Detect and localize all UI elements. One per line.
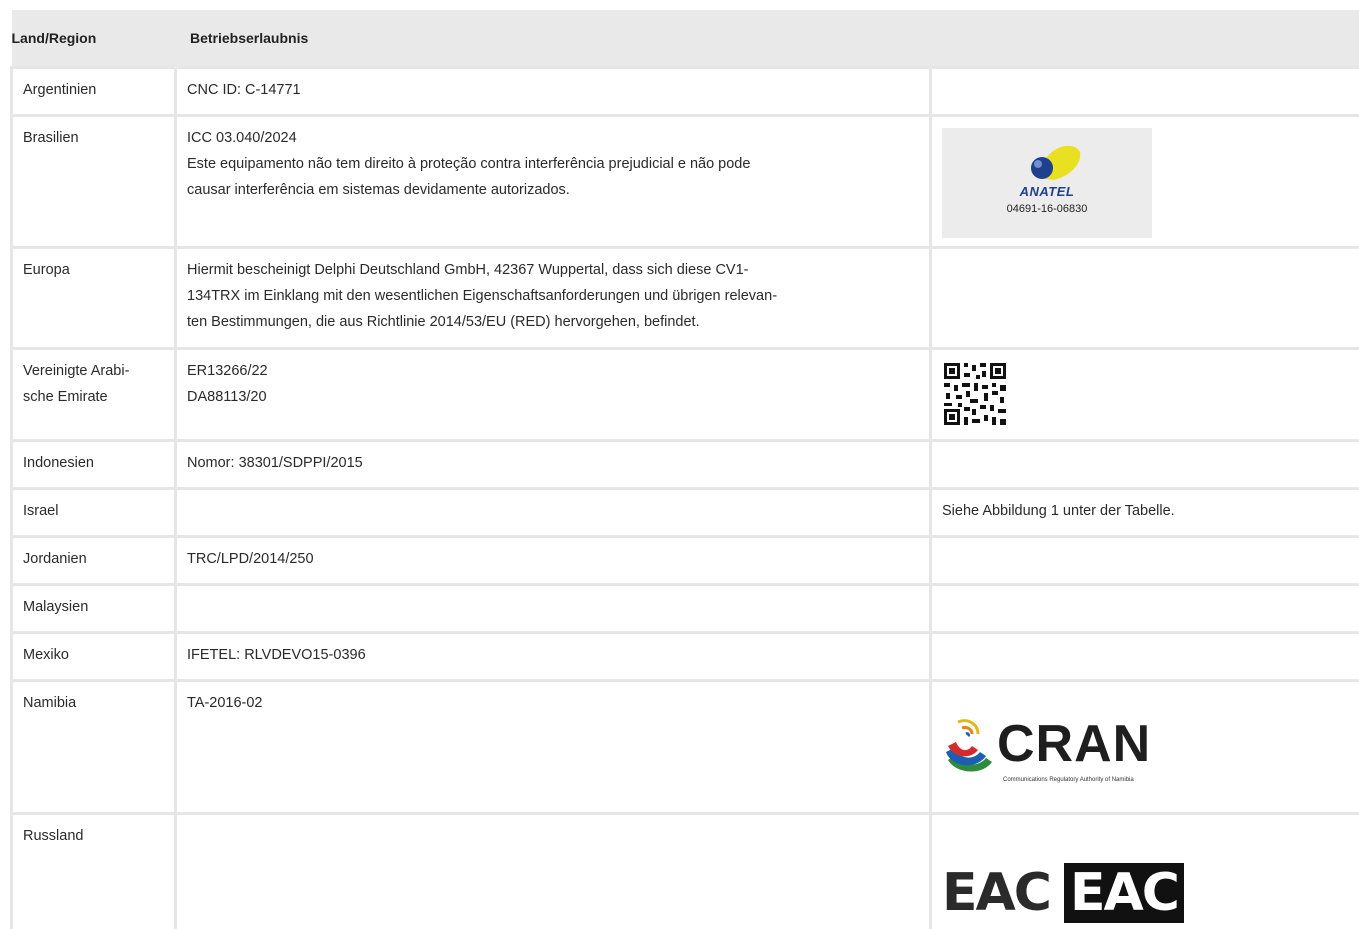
logo-cell — [929, 66, 1359, 117]
table-row: Namibia TA-2016-02 CRAN Communications R… — [10, 679, 1359, 815]
table-row: Russland EAC EAC — [10, 812, 1359, 929]
permit-cell — [174, 487, 932, 538]
country-cell: Brasilien — [10, 114, 177, 249]
country-cell: Russland — [10, 812, 177, 929]
permit-cell — [174, 812, 932, 929]
permit-cell: ER13266/22 DA88113/20 — [174, 347, 932, 442]
note-cell: Siehe Abbildung 1 unter der Tabelle. — [929, 487, 1359, 538]
table-row: Indonesien Nomor: 38301/SDPPI/2015 — [10, 439, 1359, 490]
qr-code-icon — [942, 361, 1008, 427]
table-row: Europa Hiermit bescheinigt Delphi Deutsc… — [10, 246, 1359, 350]
anatel-number: 04691-16-06830 — [1006, 203, 1088, 215]
country-cell: Malaysien — [10, 583, 177, 634]
anatel-logo: ANATEL 04691-16-06830 — [942, 128, 1152, 238]
table-row: Argentinien CNC ID: C-14771 — [10, 66, 1359, 117]
country-cell: Vereinigte Arabi- sche Emirate — [10, 347, 177, 442]
logo-cell — [929, 347, 1359, 442]
logo-cell: CRAN Communications Regulatory Authority… — [929, 679, 1359, 815]
certification-table: Land/Region Betriebserlaubnis Argentinie… — [10, 10, 1359, 929]
header-empty — [930, 10, 1359, 68]
permit-cell: TA-2016-02 — [174, 679, 932, 815]
country-cell: Namibia — [10, 679, 177, 815]
cran-icon — [946, 719, 992, 772]
logo-cell — [929, 439, 1359, 490]
header-betriebserlaubnis: Betriebserlaubnis — [175, 10, 932, 68]
country-cell: Jordanien — [10, 535, 177, 586]
eac-mark: EAC EAC — [942, 863, 1349, 923]
logo-cell — [929, 535, 1359, 586]
logo-cell: EAC EAC — [929, 812, 1359, 929]
header-land-region: Land/Region — [11, 10, 177, 68]
country-cell: Europa — [10, 246, 177, 350]
cran-logo: CRAN Communications Regulatory Authority… — [942, 714, 1349, 804]
permit-cell: CNC ID: C-14771 — [174, 66, 932, 117]
country-cell: Mexiko — [10, 631, 177, 682]
logo-cell — [929, 246, 1359, 350]
eac-text: EAC — [942, 863, 1052, 923]
cran-name: CRAN — [997, 715, 1152, 773]
permit-cell: Nomor: 38301/SDPPI/2015 — [174, 439, 932, 490]
logo-cell — [929, 583, 1359, 634]
anatel-name: ANATEL — [1019, 184, 1075, 199]
permit-cell: TRC/LPD/2014/250 — [174, 535, 932, 586]
table-row: Malaysien — [10, 583, 1359, 634]
table-row: Brasilien ICC 03.040/2024 Este equipamen… — [10, 114, 1359, 249]
country-cell: Indonesien — [10, 439, 177, 490]
permit-cell — [174, 583, 932, 634]
eac-text-inverted: EAC — [1063, 863, 1184, 923]
table-row: Israel Siehe Abbildung 1 unter der Tabel… — [10, 487, 1359, 538]
logo-cell: ANATEL 04691-16-06830 — [929, 114, 1359, 249]
permit-cell: Hiermit bescheinigt Delphi Deutschland G… — [174, 246, 932, 350]
country-cell: Israel — [10, 487, 177, 538]
anatel-icon — [1031, 145, 1081, 180]
certification-table-container: Land/Region Betriebserlaubnis Argentinie… — [10, 10, 1359, 929]
permit-cell: ICC 03.040/2024 Este equipamento não tem… — [174, 114, 932, 249]
table-row: Vereinigte Arabi- sche Emirate ER13266/2… — [10, 347, 1359, 442]
table-row: Jordanien TRC/LPD/2014/250 — [10, 535, 1359, 586]
table-row: Mexiko IFETEL: RLVDEVO15-0396 — [10, 631, 1359, 682]
permit-cell: IFETEL: RLVDEVO15-0396 — [174, 631, 932, 682]
country-cell: Argentinien — [10, 66, 177, 117]
cran-subtitle: Communications Regulatory Authority of N… — [1003, 777, 1134, 783]
table-header-row: Land/Region Betriebserlaubnis — [11, 10, 1359, 68]
logo-cell — [929, 631, 1359, 682]
